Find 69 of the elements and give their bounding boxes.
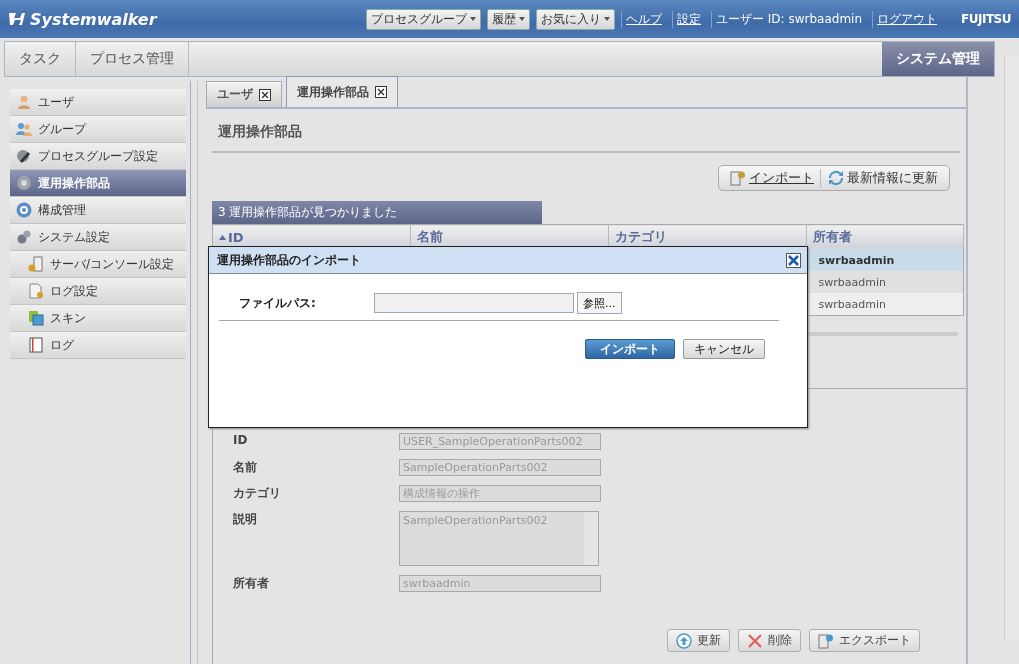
- caret-icon: [604, 17, 610, 21]
- gear-icon: [16, 175, 32, 191]
- brand-logo: FUJITSU: [961, 12, 1011, 26]
- user-id-label: ユーザー ID: swrbaadmin: [711, 10, 867, 28]
- refresh-button[interactable]: 最新情報に更新: [825, 169, 941, 187]
- table-cell: swrbaadmin: [806, 271, 964, 293]
- file-path-field[interactable]: [374, 293, 574, 313]
- menu-dropdown[interactable]: 履歴: [487, 8, 530, 30]
- tools-icon: [16, 148, 32, 164]
- field-label: ID: [233, 433, 249, 447]
- sidebar-item[interactable]: サーバ/コンソール設定: [10, 251, 186, 278]
- field-label: 所有者: [233, 575, 270, 592]
- server-icon: [28, 256, 44, 272]
- menu-dropdown[interactable]: プロセスグループ: [366, 8, 481, 30]
- column-header[interactable]: 所有者: [806, 224, 964, 249]
- sidebar-item[interactable]: 構成管理: [10, 197, 186, 224]
- sidebar-item[interactable]: 運用操作部品: [10, 170, 186, 197]
- import-button[interactable]: インポート: [585, 339, 675, 359]
- ci-icon: [16, 202, 32, 218]
- browse-button[interactable]: 参照...: [577, 292, 622, 314]
- export-icon: [818, 632, 834, 649]
- field-label: ファイルパス:: [239, 294, 317, 312]
- sidebar-item[interactable]: グループ: [10, 116, 186, 143]
- sidebar-item[interactable]: スキン: [10, 305, 186, 332]
- field-label: 説明: [233, 511, 258, 528]
- field-label: カテゴリ: [233, 485, 282, 502]
- nav-tab[interactable]: システム管理: [882, 42, 994, 76]
- sidebar-item[interactable]: ログ設定: [10, 278, 186, 305]
- menu-dropdown[interactable]: お気に入り: [536, 8, 615, 30]
- cancel-button[interactable]: キャンセル: [683, 339, 765, 359]
- field-label: 名前: [233, 459, 258, 476]
- sidebar-item[interactable]: ログ: [10, 332, 186, 359]
- nav-tab[interactable]: プロセス管理: [76, 42, 189, 76]
- close-icon[interactable]: [259, 88, 271, 101]
- app-logo: Systemwalker: [30, 9, 157, 29]
- windows-icon: [28, 310, 44, 326]
- sidebar-item[interactable]: プロセスグループ設定: [10, 143, 186, 170]
- action-button[interactable]: 削除: [738, 629, 801, 652]
- user-icon: [16, 94, 32, 110]
- upload-icon: [676, 632, 692, 649]
- caret-icon: [470, 17, 476, 21]
- result-banner: 3 運用操作部品が見つかりました: [212, 201, 542, 224]
- caret-icon: [519, 17, 525, 21]
- close-icon[interactable]: [786, 252, 801, 268]
- gears-icon: [16, 229, 32, 245]
- content-tab[interactable]: 運用操作部品: [286, 76, 398, 107]
- cross-icon: [747, 632, 763, 649]
- table-cell: swrbaadmin: [806, 249, 964, 271]
- import-button[interactable]: インポート: [727, 169, 821, 187]
- action-button[interactable]: 更新: [667, 629, 730, 652]
- logout-link[interactable]: ログアウト: [872, 10, 942, 28]
- import-icon: [730, 170, 746, 186]
- header-link[interactable]: 設定: [672, 10, 705, 28]
- content-tab[interactable]: ユーザ: [206, 81, 282, 107]
- close-icon[interactable]: [375, 86, 387, 98]
- people-icon: [16, 121, 32, 137]
- book-icon: [28, 337, 44, 353]
- sidebar-item[interactable]: ユーザ: [10, 89, 186, 116]
- nav-tab[interactable]: タスク: [5, 42, 76, 76]
- action-button[interactable]: エクスポート: [809, 629, 920, 652]
- logo-icon: [8, 11, 26, 27]
- document-icon: [28, 283, 44, 299]
- table-cell: swrbaadmin: [806, 293, 964, 316]
- header-link[interactable]: ヘルプ: [621, 10, 666, 28]
- dialog-title: 運用操作部品のインポート: [217, 251, 361, 269]
- sidebar-item[interactable]: システム設定: [10, 224, 186, 251]
- page-title: 運用操作部品: [212, 109, 960, 153]
- refresh-icon: [828, 170, 844, 186]
- scrollbar[interactable]: [1004, 55, 1019, 639]
